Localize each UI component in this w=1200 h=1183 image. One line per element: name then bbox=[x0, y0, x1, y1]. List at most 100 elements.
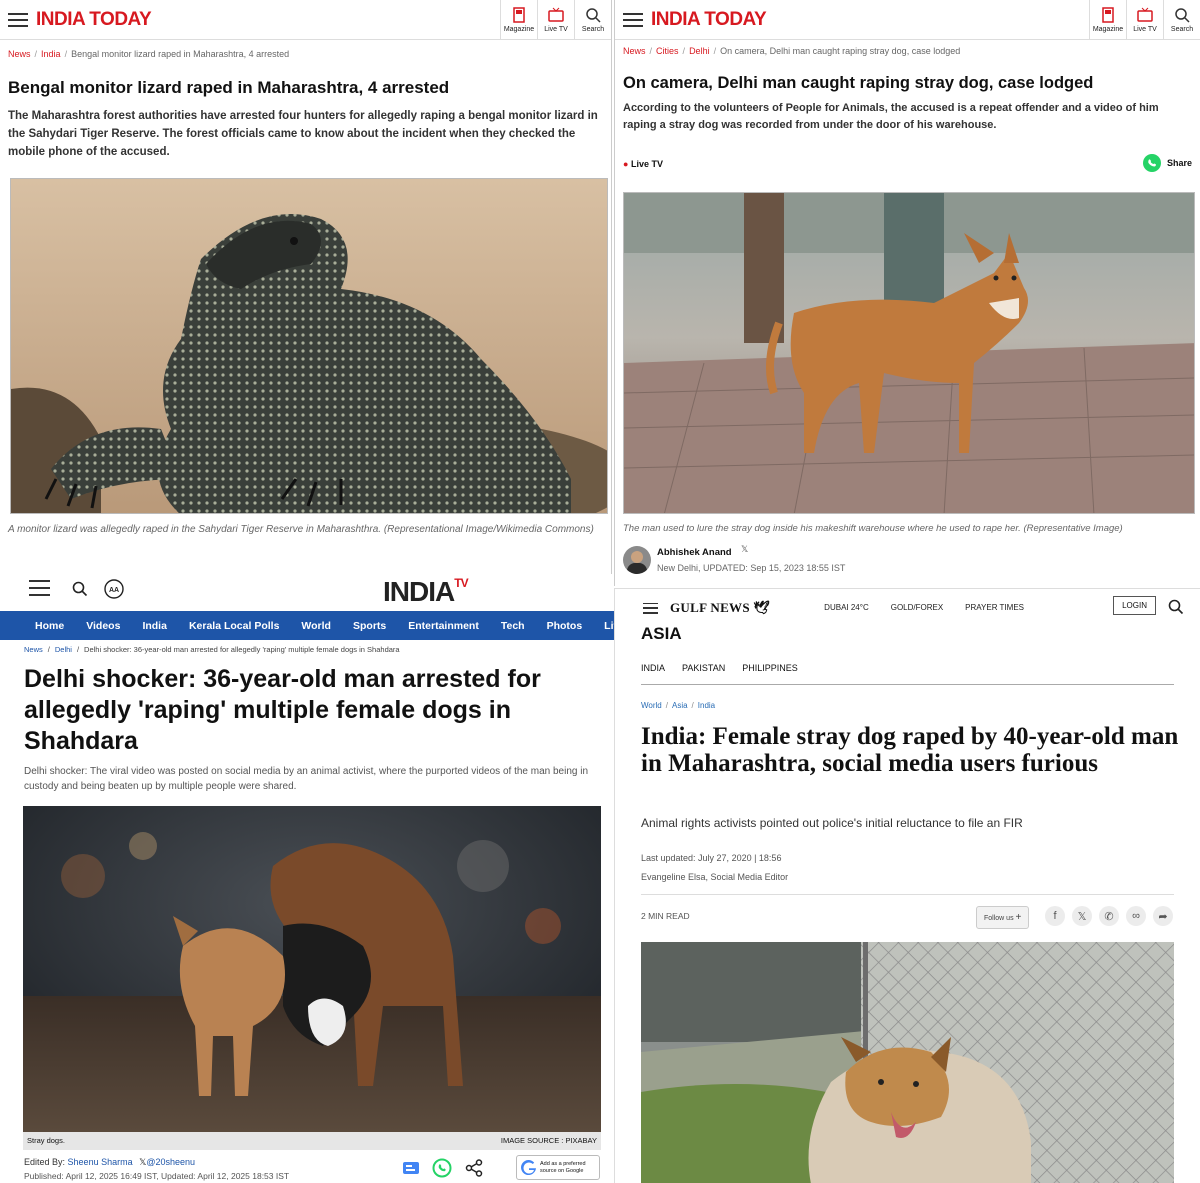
breadcrumb: News / Cities / Delhi / On camera, Delhi man c… bbox=[623, 46, 961, 56]
byline: Edited By: Sheenu Sharma 𝕏@20sheenu bbox=[24, 1157, 196, 1167]
magazine-button[interactable]: Magazine bbox=[500, 0, 537, 40]
facebook-icon[interactable]: f bbox=[1045, 906, 1065, 926]
magazine-button[interactable]: Magazine bbox=[1089, 0, 1126, 40]
avatar[interactable] bbox=[623, 546, 651, 574]
breadcrumb-world[interactable]: World bbox=[641, 701, 662, 710]
nav-life[interactable]: Life bbox=[593, 620, 614, 632]
editor-x-handle[interactable]: 𝕏@20sheenu bbox=[139, 1157, 195, 1167]
caption-bar: Stray dogs. IMAGE SOURCE : PIXABAY bbox=[23, 1132, 601, 1150]
top-menu: DUBAI 24°C GOLD/FOREX PRAYER TIMES bbox=[802, 603, 1024, 612]
site-logo[interactable]: INDIATV bbox=[383, 576, 469, 608]
section-title: ASIA bbox=[641, 624, 682, 643]
photo-caption: Stray dogs. bbox=[27, 1136, 65, 1145]
tab-india[interactable]: INDIA bbox=[641, 663, 665, 673]
article-panel-delhi-stray-dog: INDIA TODAY Magazine Live TV Search News… bbox=[614, 0, 1200, 586]
live-tv-button[interactable]: Live TV bbox=[1126, 0, 1163, 40]
whatsapp-icon[interactable] bbox=[432, 1158, 452, 1178]
search-icon[interactable] bbox=[72, 581, 88, 597]
tv-icon bbox=[548, 7, 564, 22]
follow-us-button[interactable]: Follow us + bbox=[976, 906, 1030, 929]
menu-icon[interactable] bbox=[29, 580, 50, 596]
menu-icon[interactable] bbox=[8, 12, 28, 27]
site-logo[interactable]: GULF NEWS 🕊 bbox=[670, 600, 770, 616]
site-logo[interactable]: INDIA TODAY bbox=[36, 9, 152, 31]
site-header: AA INDIATV bbox=[0, 574, 614, 608]
dateline: New Delhi, UPDATED: Sep 15, 2023 18:55 I… bbox=[657, 563, 846, 573]
section-tabs: INDIA PAKISTAN PHILIPPINES bbox=[641, 663, 815, 673]
site-header: INDIA TODAY Magazine Live TV Search bbox=[615, 0, 1200, 40]
live-tv-link[interactable]: ● Live TV bbox=[623, 159, 663, 169]
gold-forex-link[interactable]: GOLD/FOREX bbox=[891, 603, 943, 612]
prayer-times-link[interactable]: PRAYER TIMES bbox=[965, 603, 1024, 612]
breadcrumb-cities[interactable]: Cities bbox=[656, 46, 679, 56]
stray-dog-photo bbox=[623, 192, 1195, 514]
x-icon[interactable]: 𝕏 bbox=[741, 544, 748, 555]
search-button[interactable]: Search bbox=[574, 0, 611, 40]
author-name[interactable]: Abhishek Anand bbox=[657, 547, 732, 558]
nav-videos[interactable]: Videos bbox=[75, 620, 131, 632]
stray-dogs-photo bbox=[23, 806, 601, 1132]
weather-link[interactable]: DUBAI 24°C bbox=[824, 603, 869, 612]
nav-home[interactable]: Home bbox=[0, 620, 75, 632]
nav-tech[interactable]: Tech bbox=[490, 620, 536, 632]
lizard-photo bbox=[10, 178, 608, 514]
breadcrumb-delhi[interactable]: Delhi bbox=[55, 645, 72, 654]
breadcrumb-current: On camera, Delhi man caught raping stray… bbox=[720, 46, 961, 56]
photo-caption: The man used to lure the stray dog insid… bbox=[623, 523, 1123, 534]
summary: The Maharashtra forest authorities have … bbox=[8, 110, 598, 158]
author[interactable]: Evangeline Elsa, Social Media Editor bbox=[641, 872, 788, 882]
x-icon[interactable]: 𝕏 bbox=[1072, 906, 1092, 926]
headline: India: Female stray dog raped by 40-year… bbox=[641, 723, 1179, 777]
tab-pakistan[interactable]: PAKISTAN bbox=[682, 663, 725, 673]
last-updated: Last updated: July 27, 2020 | 18:56 bbox=[641, 853, 782, 863]
nav-photos[interactable]: Photos bbox=[536, 620, 594, 632]
tab-philippines[interactable]: PHILIPPINES bbox=[742, 663, 798, 673]
site-logo[interactable]: INDIA TODAY bbox=[651, 9, 767, 31]
headline: Delhi shocker: 36-year-old man arrested … bbox=[24, 665, 541, 755]
breadcrumb-delhi[interactable]: Delhi bbox=[689, 46, 710, 56]
image-source: IMAGE SOURCE : PIXABAY bbox=[500, 1136, 597, 1145]
nav-sports[interactable]: Sports bbox=[342, 620, 397, 632]
summary: Animal rights activists pointed out poli… bbox=[641, 816, 1023, 830]
breadcrumb-news[interactable]: News bbox=[24, 645, 43, 654]
menu-icon[interactable] bbox=[643, 602, 658, 614]
breadcrumb-asia[interactable]: Asia bbox=[672, 701, 688, 710]
search-button[interactable]: Search bbox=[1163, 0, 1200, 40]
search-icon[interactable] bbox=[1168, 599, 1184, 615]
share-icon[interactable]: ➦ bbox=[1153, 906, 1173, 926]
magazine-icon bbox=[513, 7, 525, 23]
menu-icon[interactable] bbox=[623, 12, 643, 27]
link-icon[interactable]: ∞ bbox=[1126, 906, 1146, 926]
share-icon[interactable] bbox=[465, 1159, 483, 1177]
breadcrumb: News / India / Bengal monitor lizard raped i… bbox=[8, 49, 290, 59]
nav-kerala-local-polls[interactable]: Kerala Local Polls bbox=[178, 620, 290, 632]
breadcrumb-news[interactable]: News bbox=[623, 46, 646, 56]
falcon-icon: 🕊 bbox=[753, 600, 771, 615]
google-news-icon[interactable] bbox=[402, 1159, 420, 1177]
google-icon bbox=[521, 1159, 536, 1175]
stray-dog-image bbox=[624, 193, 1194, 513]
breadcrumb-news[interactable]: News bbox=[8, 49, 31, 59]
nav-world[interactable]: World bbox=[290, 620, 342, 632]
editor-link[interactable]: Sheenu Sharma bbox=[68, 1157, 133, 1167]
puppy-image bbox=[641, 942, 1174, 1183]
site-header: INDIA TODAY Magazine Live TV Search bbox=[0, 0, 611, 40]
breadcrumb: World / Asia / India bbox=[641, 701, 716, 710]
live-tv-button[interactable]: Live TV bbox=[537, 0, 574, 40]
google-preferred-source-button[interactable]: Add as a preferred source on Google bbox=[516, 1155, 600, 1180]
aap-ki-adalat-icon[interactable]: AA bbox=[104, 579, 124, 599]
breadcrumb-current: Delhi shocker: 36-year-old man arrested … bbox=[84, 645, 400, 654]
share-button[interactable]: Share bbox=[1142, 153, 1192, 173]
search-icon bbox=[586, 8, 601, 23]
whatsapp-icon bbox=[1142, 154, 1161, 172]
main-nav: Home Videos India Kerala Local Polls Wor… bbox=[0, 611, 614, 640]
plus-icon: + bbox=[1015, 912, 1022, 923]
article-panel-gulf-news: GULF NEWS 🕊 DUBAI 24°C GOLD/FOREX PRAYER… bbox=[614, 588, 1200, 1183]
nav-entertainment[interactable]: Entertainment bbox=[397, 620, 490, 632]
nav-india[interactable]: India bbox=[131, 620, 178, 632]
login-button[interactable]: LOGIN bbox=[1113, 596, 1156, 615]
whatsapp-icon[interactable]: ✆ bbox=[1099, 906, 1119, 926]
breadcrumb: News / Delhi / Delhi shocker: 36-year-old ma… bbox=[24, 645, 400, 654]
breadcrumb-india[interactable]: India bbox=[698, 701, 715, 710]
breadcrumb-india[interactable]: India bbox=[41, 49, 61, 59]
